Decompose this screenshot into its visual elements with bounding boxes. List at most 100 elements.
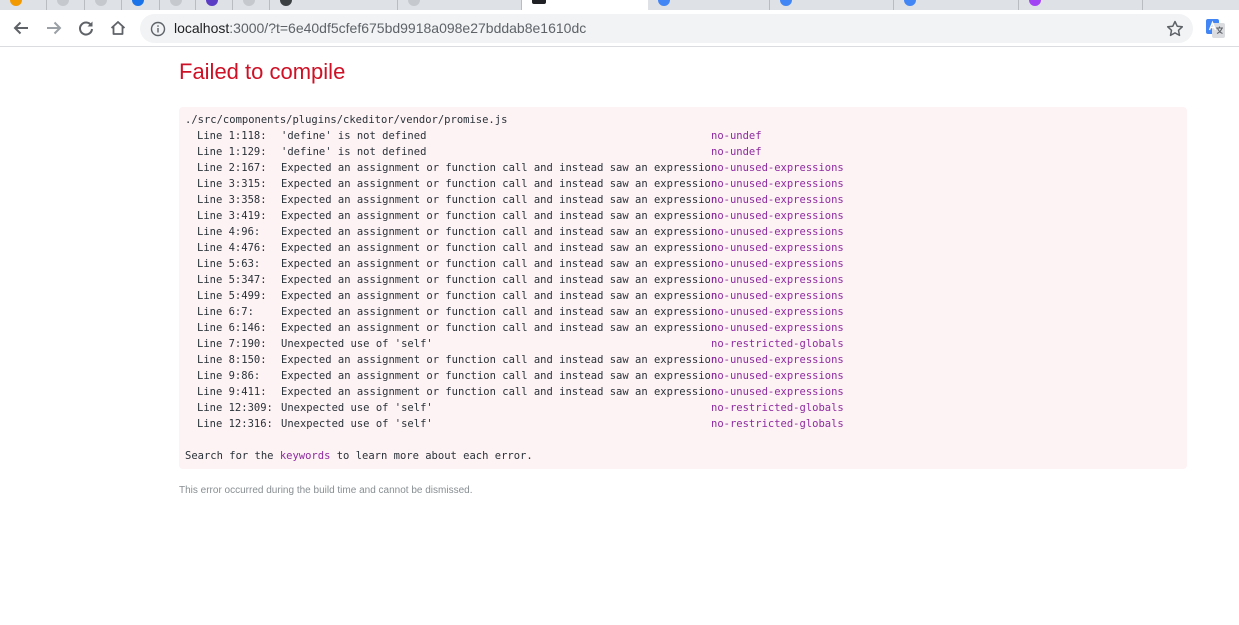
error-rule: no-unused-expressions xyxy=(711,274,844,286)
error-message: Expected an assignment or function call … xyxy=(281,306,718,318)
error-location: Line 5:63: xyxy=(197,258,261,270)
search-help-line: Search for the keywords to learn more ab… xyxy=(185,448,533,464)
tab-strip xyxy=(0,0,1239,10)
error-rule: no-unused-expressions xyxy=(711,290,844,302)
tab-favicon-icon xyxy=(658,0,670,6)
tab-favicon-icon xyxy=(280,0,292,6)
error-message: Expected an assignment or function call … xyxy=(281,354,718,366)
browser-tab[interactable] xyxy=(1019,0,1143,10)
error-message: Expected an assignment or function call … xyxy=(281,258,718,270)
error-rule: no-unused-expressions xyxy=(711,226,844,238)
error-message: Expected an assignment or function call … xyxy=(281,226,718,238)
browser-tab[interactable] xyxy=(47,0,85,10)
browser-tab[interactable] xyxy=(894,0,1019,10)
home-icon xyxy=(110,21,126,35)
error-message: Expected an assignment or function call … xyxy=(281,274,718,286)
build-time-note: This error occurred during the build tim… xyxy=(179,485,473,496)
browser-tab[interactable] xyxy=(233,0,270,10)
browser-tab[interactable] xyxy=(648,0,770,10)
star-icon[interactable] xyxy=(1165,19,1185,39)
error-location: Line 5:499: xyxy=(197,290,267,302)
error-rule: no-unused-expressions xyxy=(711,210,844,222)
url-host: localhost xyxy=(174,20,230,36)
arrow-right-icon xyxy=(47,21,62,35)
reload-icon xyxy=(79,21,93,36)
tab-favicon-icon xyxy=(904,0,916,6)
error-message: Expected an assignment or function call … xyxy=(281,178,718,190)
error-message: Unexpected use of 'self' xyxy=(281,338,433,350)
error-rule: no-undef xyxy=(711,146,762,158)
error-location: Line 3:358: xyxy=(197,194,267,206)
error-rule: no-unused-expressions xyxy=(711,242,844,254)
error-message: Expected an assignment or function call … xyxy=(281,210,718,222)
error-message: Unexpected use of 'self' xyxy=(281,418,433,430)
browser-tab[interactable] xyxy=(196,0,233,10)
error-box: ./src/components/plugins/ckeditor/vendor… xyxy=(179,107,1187,469)
error-location: Line 6:7: xyxy=(197,306,254,318)
error-rule: no-restricted-globals xyxy=(711,402,844,414)
error-rule: no-unused-expressions xyxy=(711,194,844,206)
error-message: Expected an assignment or function call … xyxy=(281,322,718,334)
error-rule: no-unused-expressions xyxy=(711,178,844,190)
error-message: Expected an assignment or function call … xyxy=(281,242,718,254)
error-message: Expected an assignment or function call … xyxy=(281,386,718,398)
back-button[interactable] xyxy=(9,16,33,40)
error-rule: no-unused-expressions xyxy=(711,370,844,382)
arrow-left-icon xyxy=(13,21,28,35)
browser-tab[interactable] xyxy=(270,0,398,10)
search-suffix: to learn more about each error. xyxy=(330,450,533,462)
browser-tab[interactable] xyxy=(85,0,122,10)
error-location: Line 3:315: xyxy=(197,178,267,190)
error-location: Line 1:129: xyxy=(197,146,267,158)
tab-favicon-icon xyxy=(95,0,107,6)
error-location: Line 1:118: xyxy=(197,130,267,142)
error-rule: no-undef xyxy=(711,130,762,142)
error-rule: no-unused-expressions xyxy=(711,258,844,270)
error-rule: no-unused-expressions xyxy=(711,306,844,318)
keywords-link[interactable]: keywords xyxy=(280,450,331,462)
tab-favicon-icon xyxy=(780,0,792,6)
error-location: Line 9:411: xyxy=(197,386,267,398)
error-message: Expected an assignment or function call … xyxy=(281,370,718,382)
browser-tab-active[interactable] xyxy=(522,0,648,10)
tab-favicon-icon xyxy=(170,0,182,6)
search-prefix: Search for the xyxy=(185,450,280,462)
url-rest: :3000/?t=6e40df5cfef675bd9918a098e27bdda… xyxy=(229,20,587,36)
error-message: Expected an assignment or function call … xyxy=(281,290,718,302)
browser-toolbar: localhost:3000/?t=6e40df5cfef675bd9918a0… xyxy=(0,10,1239,47)
tab-favicon-icon xyxy=(10,0,22,6)
google-translate-icon[interactable] xyxy=(1206,19,1225,38)
error-location: Line 4:96: xyxy=(197,226,261,238)
url-text[interactable]: localhost:3000/?t=6e40df5cfef675bd9918a0… xyxy=(174,14,586,43)
browser-tab[interactable] xyxy=(1143,0,1239,10)
tab-favicon-icon xyxy=(1029,0,1041,6)
error-location: Line 7:190: xyxy=(197,338,267,350)
tab-favicon-icon xyxy=(132,0,144,6)
error-rule: no-restricted-globals xyxy=(711,418,844,430)
tab-favicon-icon xyxy=(206,0,218,6)
error-message: 'define' is not defined xyxy=(281,130,427,142)
browser-tab[interactable] xyxy=(398,0,522,10)
error-rule: no-unused-expressions xyxy=(711,354,844,366)
forward-button[interactable] xyxy=(42,16,66,40)
reload-button[interactable] xyxy=(74,16,98,40)
tab-favicon-icon xyxy=(532,0,546,4)
error-location: Line 4:476: xyxy=(197,242,267,254)
browser-tab[interactable] xyxy=(122,0,160,10)
error-rule: no-unused-expressions xyxy=(711,386,844,398)
browser-tab[interactable] xyxy=(0,0,47,10)
error-location: Line 5:347: xyxy=(197,274,267,286)
error-rule: no-restricted-globals xyxy=(711,338,844,350)
error-location: Line 3:419: xyxy=(197,210,267,222)
browser-tab[interactable] xyxy=(770,0,894,10)
tab-favicon-icon xyxy=(57,0,69,6)
error-message: Expected an assignment or function call … xyxy=(281,194,718,206)
error-rule: no-unused-expressions xyxy=(711,322,844,334)
error-location: Line 6:146: xyxy=(197,322,267,334)
home-button[interactable] xyxy=(106,16,130,40)
browser-tab[interactable] xyxy=(160,0,196,10)
address-bar[interactable]: localhost:3000/?t=6e40df5cfef675bd9918a0… xyxy=(140,14,1193,43)
error-message: Expected an assignment or function call … xyxy=(281,162,718,174)
info-icon[interactable] xyxy=(150,21,166,37)
tab-favicon-icon xyxy=(408,0,420,6)
